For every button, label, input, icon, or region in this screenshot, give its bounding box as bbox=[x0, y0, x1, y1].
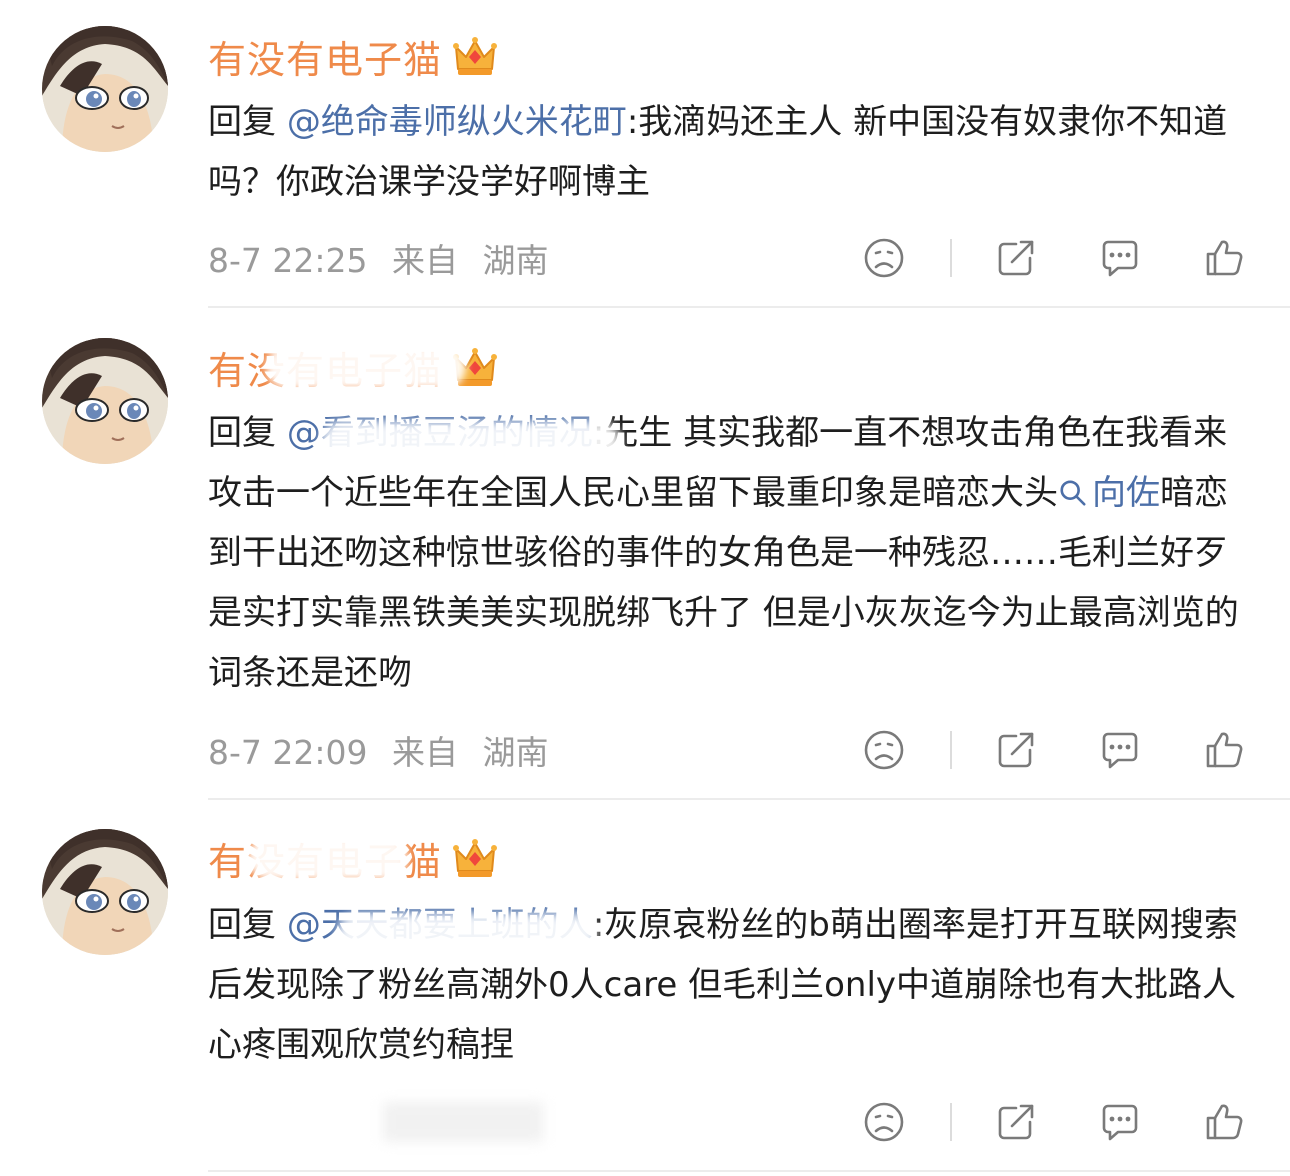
share-icon bbox=[994, 236, 1038, 280]
share-button[interactable] bbox=[992, 234, 1040, 282]
meta-row bbox=[208, 1097, 1268, 1147]
meta-info: 8-7 22:25 来自 湖南 bbox=[208, 234, 549, 282]
timestamp: 8-7 22:09 bbox=[208, 733, 368, 772]
comment-button[interactable] bbox=[1096, 234, 1144, 282]
share-button[interactable] bbox=[992, 1098, 1040, 1146]
mention-link[interactable]: @绝命毒师纵火米花町 bbox=[287, 102, 627, 142]
dislike-button[interactable] bbox=[860, 726, 908, 774]
divider bbox=[950, 1103, 952, 1141]
mention-link[interactable]: @看到播豆汤的情况 bbox=[287, 413, 621, 465]
username-row: 有没有电子猫 bbox=[208, 830, 498, 886]
reply-prefix: 回复 bbox=[208, 102, 276, 142]
reply-prefix: 回复 bbox=[208, 413, 276, 453]
action-bar bbox=[860, 1097, 1248, 1147]
crown-badge-icon bbox=[452, 33, 498, 79]
location: 湖南 bbox=[482, 733, 549, 772]
comment-bubble-icon bbox=[1098, 728, 1142, 772]
topic-link[interactable]: 向佐 bbox=[1058, 473, 1160, 513]
source-label: 来自 bbox=[392, 241, 458, 280]
username-row: 有没有电子猫 bbox=[208, 339, 498, 395]
dislike-button[interactable] bbox=[860, 1098, 908, 1146]
meta-info: 8-7 22:09 来自 湖南 bbox=[208, 726, 549, 774]
privacy-blur bbox=[383, 1102, 543, 1142]
action-bar bbox=[860, 233, 1248, 283]
share-icon bbox=[994, 1100, 1038, 1144]
location: 湖南 bbox=[482, 241, 549, 280]
mention-link[interactable]: @天天都要上班的人 bbox=[287, 905, 597, 957]
sad-face-icon bbox=[862, 728, 906, 772]
source-label: 来自 bbox=[392, 733, 458, 772]
thumbs-up-icon bbox=[1202, 1100, 1246, 1144]
comment-text: 回复 @天天都要上班的人:灰原哀粉丝的b萌出圈率是打开互联网搜索后发现除了粉丝高… bbox=[208, 895, 1258, 1075]
like-button[interactable] bbox=[1200, 234, 1248, 282]
sad-face-icon bbox=[862, 1100, 906, 1144]
comment-text: 回复 @绝命毒师纵火米花町:我滴妈还主人 新中国没有奴隶你不知道吗？你政治课学没… bbox=[208, 92, 1258, 212]
avatar[interactable] bbox=[42, 829, 168, 955]
search-icon bbox=[1058, 478, 1088, 508]
privacy-blur bbox=[266, 345, 466, 389]
timestamp: 8-7 22:25 bbox=[208, 241, 368, 280]
reply-prefix: 回复 bbox=[208, 905, 276, 945]
like-button[interactable] bbox=[1200, 726, 1248, 774]
comment-bubble-icon bbox=[1098, 1100, 1142, 1144]
comment-button[interactable] bbox=[1096, 1098, 1144, 1146]
divider bbox=[950, 731, 952, 769]
divider bbox=[208, 1170, 1290, 1172]
action-bar bbox=[860, 725, 1248, 775]
crown-badge-icon bbox=[452, 835, 498, 881]
meta-row: 8-7 22:25 来自 湖南 bbox=[208, 233, 1268, 283]
avatar[interactable] bbox=[42, 26, 168, 152]
username-row: 有没有电子猫 bbox=[208, 28, 498, 84]
meta-row: 8-7 22:09 来自 湖南 bbox=[208, 725, 1268, 775]
share-button[interactable] bbox=[992, 726, 1040, 774]
username[interactable]: 有没有电子猫 bbox=[208, 29, 442, 84]
thumbs-up-icon bbox=[1202, 728, 1246, 772]
comment-button[interactable] bbox=[1096, 726, 1144, 774]
privacy-blur bbox=[248, 836, 408, 880]
share-icon bbox=[994, 728, 1038, 772]
divider bbox=[950, 239, 952, 277]
thumbs-up-icon bbox=[1202, 236, 1246, 280]
like-button[interactable] bbox=[1200, 1098, 1248, 1146]
comment-text: 回复 @看到播豆汤的情况:先生 其实我都一直不想攻击角色在我看来攻击一个近些年在… bbox=[208, 403, 1258, 703]
comment-bubble-icon bbox=[1098, 236, 1142, 280]
divider bbox=[208, 306, 1290, 308]
avatar[interactable] bbox=[42, 338, 168, 464]
sad-face-icon bbox=[862, 236, 906, 280]
dislike-button[interactable] bbox=[860, 234, 908, 282]
divider bbox=[208, 798, 1290, 800]
